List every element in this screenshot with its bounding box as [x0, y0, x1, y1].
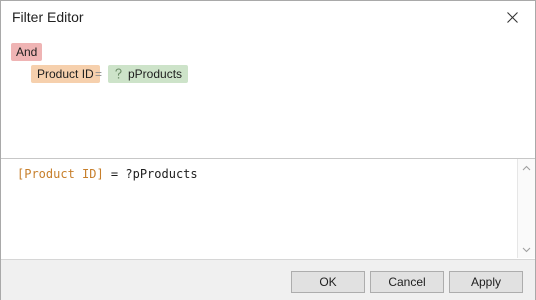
expression-field: [Product ID]: [17, 167, 104, 181]
window-title: Filter Editor: [12, 9, 84, 25]
expression-text-editor[interactable]: [Product ID] = ?pProducts: [1, 159, 535, 259]
group-operator-and[interactable]: And: [11, 43, 43, 61]
button-bar: OK Cancel Apply: [1, 259, 535, 300]
condition-operator[interactable]: =: [95, 65, 102, 83]
close-button[interactable]: [489, 1, 535, 33]
filter-tree-editor[interactable]: And Product ID = pProducts: [1, 33, 535, 159]
expression-text: [Product ID] = ?pProducts: [17, 167, 198, 181]
scroll-up-arrow[interactable]: [522, 163, 531, 172]
parameter-name: pProducts: [128, 67, 183, 81]
chevron-down-icon: [522, 247, 531, 252]
title-bar: Filter Editor: [1, 1, 535, 33]
chevron-up-icon: [522, 165, 531, 170]
ok-button[interactable]: OK: [291, 271, 365, 293]
scroll-down-arrow[interactable]: [522, 245, 531, 254]
expression-rest: = ?pProducts: [103, 167, 198, 181]
close-icon: [506, 11, 518, 23]
filter-editor-window: Filter Editor And Product ID = pProducts…: [0, 0, 536, 300]
cancel-button[interactable]: Cancel: [370, 271, 444, 293]
vertical-scrollbar[interactable]: [517, 159, 535, 258]
condition-field[interactable]: Product ID: [31, 65, 100, 83]
apply-button[interactable]: Apply: [449, 271, 523, 293]
question-mark-icon: [115, 68, 122, 79]
condition-parameter[interactable]: pProducts: [108, 65, 189, 83]
